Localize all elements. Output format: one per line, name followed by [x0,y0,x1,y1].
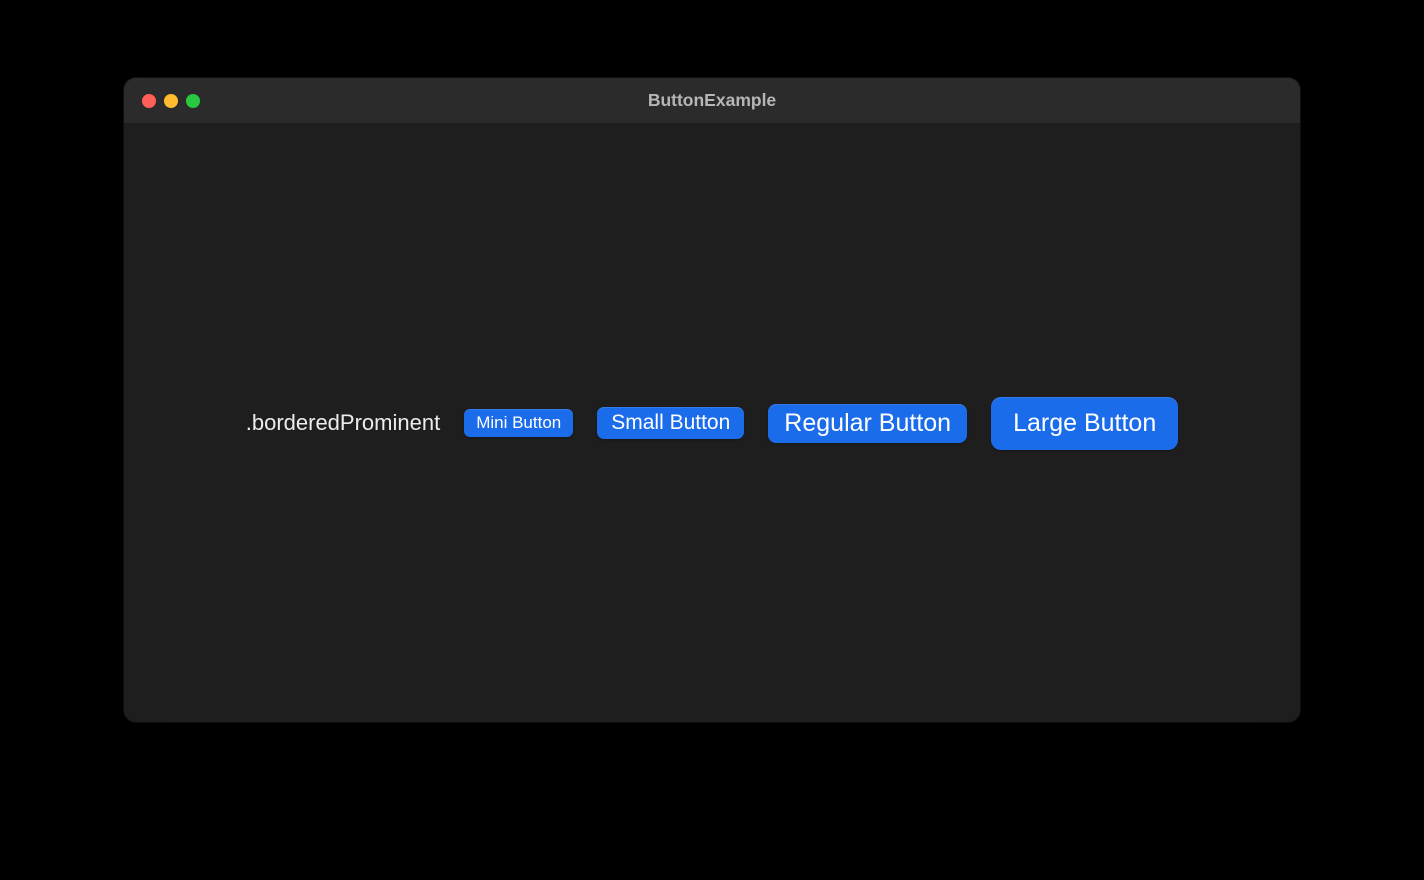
regular-button[interactable]: Regular Button [768,404,967,443]
mini-button[interactable]: Mini Button [464,409,573,437]
window-content: .borderedProminent Mini Button Small But… [124,124,1300,722]
large-button[interactable]: Large Button [991,397,1178,450]
titlebar: ButtonExample [124,78,1300,124]
style-label: .borderedProminent [246,410,440,436]
button-row: .borderedProminent Mini Button Small But… [246,397,1179,450]
window-title: ButtonExample [124,90,1300,111]
zoom-icon[interactable] [186,94,200,108]
window-controls [142,94,200,108]
small-button[interactable]: Small Button [597,407,744,439]
close-icon[interactable] [142,94,156,108]
app-window: ButtonExample .borderedProminent Mini Bu… [124,78,1300,722]
minimize-icon[interactable] [164,94,178,108]
